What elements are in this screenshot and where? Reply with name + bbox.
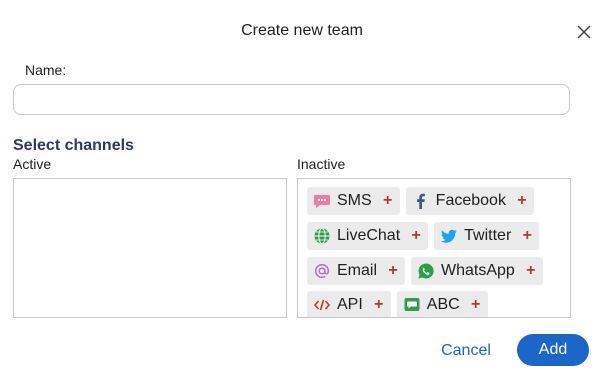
create-team-dialog: Create new team Name: Select channels Ac… <box>0 0 604 389</box>
channel-chip-livechat[interactable]: LiveChat + <box>307 222 429 250</box>
channel-chip-twitter[interactable]: Twitter + <box>434 222 540 250</box>
add-channel-icon[interactable]: + <box>516 192 528 210</box>
twitter-icon <box>440 227 458 245</box>
cancel-button[interactable]: Cancel <box>432 336 500 366</box>
channel-chip-whatsapp[interactable]: WhatsApp + <box>411 257 543 285</box>
whatsapp-icon <box>417 262 435 280</box>
chip-row: API + ABC + <box>307 291 488 317</box>
sms-icon <box>313 192 331 210</box>
inactive-label: Inactive <box>297 156 346 172</box>
chat-bubble-icon <box>403 296 421 314</box>
add-channel-icon[interactable]: + <box>521 227 533 245</box>
globe-icon <box>313 227 331 245</box>
add-button[interactable]: Add <box>517 334 589 366</box>
active-label: Active <box>13 156 52 172</box>
chip-label: ABC <box>426 296 460 313</box>
section-title: Select channels <box>13 137 134 154</box>
chip-label: API <box>337 296 363 313</box>
active-channels-box[interactable] <box>13 178 287 318</box>
channel-chip-api[interactable]: API + <box>307 291 391 317</box>
chip-label: SMS <box>337 192 372 209</box>
name-input[interactable] <box>13 84 570 115</box>
chip-label: WhatsApp <box>441 262 515 279</box>
channel-chip-facebook[interactable]: Facebook + <box>405 187 534 215</box>
code-icon <box>313 296 331 314</box>
name-label: Name: <box>25 62 67 78</box>
facebook-icon <box>412 192 430 210</box>
add-channel-icon[interactable]: + <box>373 296 385 314</box>
add-channel-icon[interactable]: + <box>470 296 482 314</box>
add-channel-icon[interactable]: + <box>525 262 537 280</box>
chip-label: Twitter <box>464 227 512 244</box>
add-channel-icon[interactable]: + <box>382 192 394 210</box>
chip-label: Email <box>337 262 378 279</box>
at-icon <box>313 262 331 280</box>
channel-chip-sms[interactable]: SMS + <box>307 187 400 215</box>
chip-row: Email + WhatsApp + <box>307 257 543 285</box>
inactive-channels-box[interactable]: SMS + Facebook + LiveChat + Twitter + Em… <box>297 178 571 318</box>
dialog-title: Create new team <box>241 22 363 39</box>
chip-row: LiveChat + Twitter + <box>307 222 540 250</box>
chip-label: LiveChat <box>337 227 401 244</box>
add-channel-icon[interactable]: + <box>410 227 422 245</box>
add-channel-icon[interactable]: + <box>387 262 399 280</box>
channel-chip-email[interactable]: Email + <box>307 257 406 285</box>
chip-row: SMS + Facebook + <box>307 187 534 215</box>
channel-chip-abc[interactable]: ABC + <box>396 291 488 317</box>
close-icon[interactable] <box>574 22 594 42</box>
chip-label: Facebook <box>435 192 506 209</box>
